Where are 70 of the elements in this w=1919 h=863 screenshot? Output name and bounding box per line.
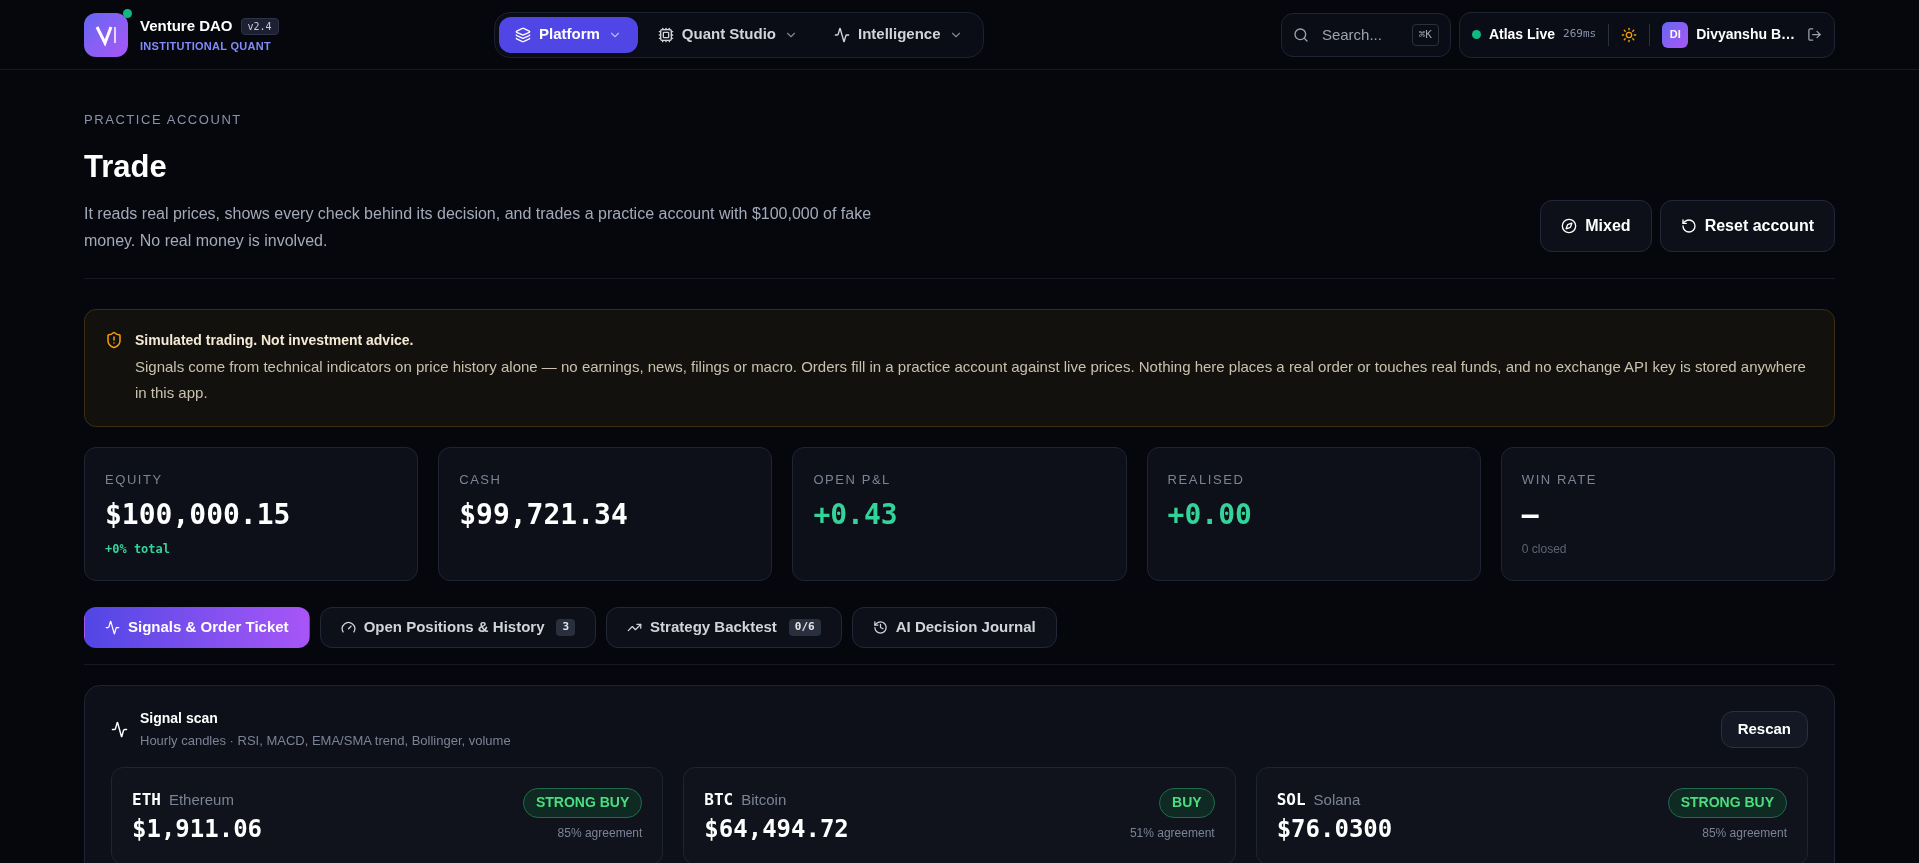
brand-tagline: INSTITUTIONAL QUANT — [140, 38, 272, 54]
pulse-icon — [105, 620, 120, 635]
pulse-icon — [111, 720, 128, 738]
eyebrow-label: PRACTICE ACCOUNT — [84, 111, 243, 129]
nav-icon — [515, 26, 531, 43]
reset-icon — [1680, 218, 1697, 234]
stat-label: REALISED — [1167, 471, 1246, 489]
agreement-text: 85% agreement — [1702, 824, 1787, 842]
count-badge: 0/6 — [788, 619, 821, 636]
rescan-button[interactable]: Rescan — [1720, 710, 1808, 748]
signal-badge: STRONG BUY — [1667, 787, 1787, 818]
latency-text: 269ms — [1563, 26, 1597, 43]
count-badge: 3 — [556, 619, 576, 636]
version-badge: v2.4 — [240, 17, 279, 35]
stat-value: +0.00 — [1167, 496, 1253, 533]
stat-value: — — [1521, 496, 1540, 533]
scan-subtitle: Hourly candles · RSI, MACD, EMA/SMA trend, Bollinger, volume — [140, 732, 511, 750]
stat-value: $99,721.34 — [459, 496, 629, 533]
notice-body: Signals come from technical indicators on price history alone — no earnings, news, filings or macro. Orders fill in a practice account against live prices. Nothing here places a real order or touches real funds, and no exchange API key is stored anywhere in this app. — [135, 357, 1807, 403]
asset-price: $1,911.06 — [132, 813, 263, 844]
stat-label: EQUITY — [105, 471, 164, 489]
shortcut-key: ⌘K — [1411, 23, 1439, 46]
stat-subtext: 0 closed — [1521, 540, 1568, 558]
asset-price: $76.0300 — [1276, 813, 1393, 844]
user-avatar[interactable]: DI — [1662, 21, 1689, 48]
theme-toggle[interactable] — [1621, 26, 1638, 43]
user-name: Divyanshu B… — [1696, 25, 1795, 44]
agreement-text: 85% agreement — [557, 824, 643, 842]
status-label: Atlas Live — [1488, 25, 1556, 44]
asset-name: Solana — [1313, 789, 1361, 810]
compass-icon — [1561, 218, 1578, 234]
stat-subtext: +0% total — [105, 540, 172, 558]
signal-card[interactable]: SOL Solana $76.0300 STRONG BUY 85% agreement — [1255, 766, 1808, 863]
signal-card[interactable]: ETH Ethereum $1,911.06 STRONG BUY 85% agreement — [111, 766, 664, 863]
stat-label: WIN RATE — [1521, 471, 1598, 489]
section-tab[interactable]: Strategy Backtest 0/6 — [606, 607, 842, 648]
shield-icon — [105, 331, 123, 349]
asset-price: $64,494.72 — [704, 813, 849, 844]
nav-icon — [834, 26, 850, 43]
ticker-symbol: SOL — [1276, 788, 1306, 811]
section-tab[interactable]: AI Decision Journal — [851, 607, 1057, 648]
section-tab[interactable]: Open Positions & History 3 — [319, 607, 597, 648]
page-description: It reads real prices, shows every check behind its decision, and trades a practice account with $100,000 of fake money. No real money is involved. — [84, 204, 873, 251]
page-title: Trade — [84, 147, 168, 186]
agreement-text: 51% agreement — [1129, 824, 1215, 842]
nav-icon — [657, 26, 674, 43]
gauge-icon — [340, 620, 356, 635]
signal-badge: STRONG BUY — [523, 787, 643, 818]
notice-title: Simulated trading. Not investment advice. — [135, 331, 415, 350]
asset-name: Ethereum — [168, 789, 234, 810]
history-icon — [872, 620, 888, 635]
stat-label: CASH — [459, 471, 503, 489]
logout-button[interactable] — [1807, 27, 1822, 42]
ticker-symbol: ETH — [132, 788, 161, 811]
stat-value: $100,000.15 — [105, 496, 292, 533]
stat-label: OPEN P&L — [813, 471, 892, 489]
nav-tab[interactable]: Platform — [499, 16, 638, 53]
asset-name: Bitcoin — [741, 789, 787, 810]
action-button[interactable]: Reset account — [1659, 200, 1835, 252]
signal-badge: BUY — [1159, 787, 1215, 818]
brand-name: Venture DAO — [140, 16, 233, 36]
stat-value: +0.43 — [813, 496, 899, 533]
nav-tab[interactable]: Intelligence — [818, 16, 979, 53]
ticker-symbol: BTC — [704, 788, 734, 811]
signal-card[interactable]: BTC Bitcoin $64,494.72 BUY 51% agreement — [683, 766, 1236, 863]
section-tab[interactable]: Signals & Order Ticket — [84, 607, 310, 648]
action-button[interactable]: Mixed — [1540, 200, 1652, 252]
nav-tab[interactable]: Quant Studio — [641, 16, 814, 53]
search-icon — [1292, 26, 1309, 43]
scan-title: Signal scan — [140, 709, 219, 728]
